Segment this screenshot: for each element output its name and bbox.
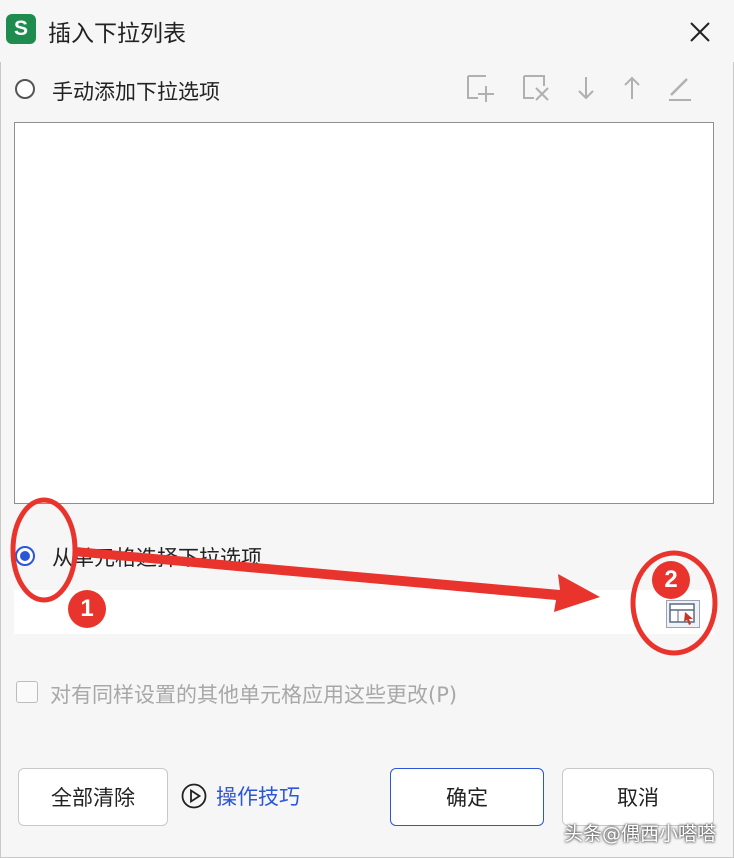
cancel-button[interactable]: 取消 [562,768,714,826]
delete-item-button[interactable] [518,70,554,106]
delete-item-icon [523,75,549,101]
range-select-button[interactable] [666,600,700,628]
move-up-icon [624,76,640,99]
dialog-title: 插入下拉列表 [48,21,186,47]
add-item-button[interactable] [462,70,498,106]
range-select-icon [669,603,695,625]
tips-link[interactable]: 操作技巧 [180,781,300,811]
edit-item-button[interactable] [662,70,698,106]
manual-options-radio[interactable] [15,79,35,99]
annotation-badge-2: 2 [652,561,690,599]
dropdown-items-list[interactable] [14,122,714,504]
move-down-button[interactable] [568,70,604,106]
close-button[interactable] [680,12,720,52]
add-item-icon [467,75,494,102]
title-bar: S 插入下拉列表 [0,0,734,62]
ok-button[interactable]: 确定 [390,768,544,826]
manual-options-label: 手动添加下拉选项 [52,80,220,104]
apply-same-label: 对有同样设置的其他单元格应用这些更改(P) [50,683,458,707]
cell-range-input[interactable] [14,590,714,634]
clear-all-button[interactable]: 全部清除 [18,768,168,826]
play-circle-icon [181,783,207,809]
apply-same-checkbox[interactable] [16,681,38,703]
from-cells-label: 从单元格选择下拉选项 [52,546,262,570]
spreadsheet-logo-icon: S [6,14,36,44]
move-down-icon [578,77,594,100]
annotation-badge-1: 1 [68,590,106,628]
from-cells-radio[interactable] [15,546,35,566]
move-up-button[interactable] [614,70,650,106]
edit-icon [669,78,691,101]
watermark-text: 头条@偶西小嗒嗒 [564,823,717,845]
close-icon [690,22,710,42]
tips-label: 操作技巧 [216,785,300,809]
